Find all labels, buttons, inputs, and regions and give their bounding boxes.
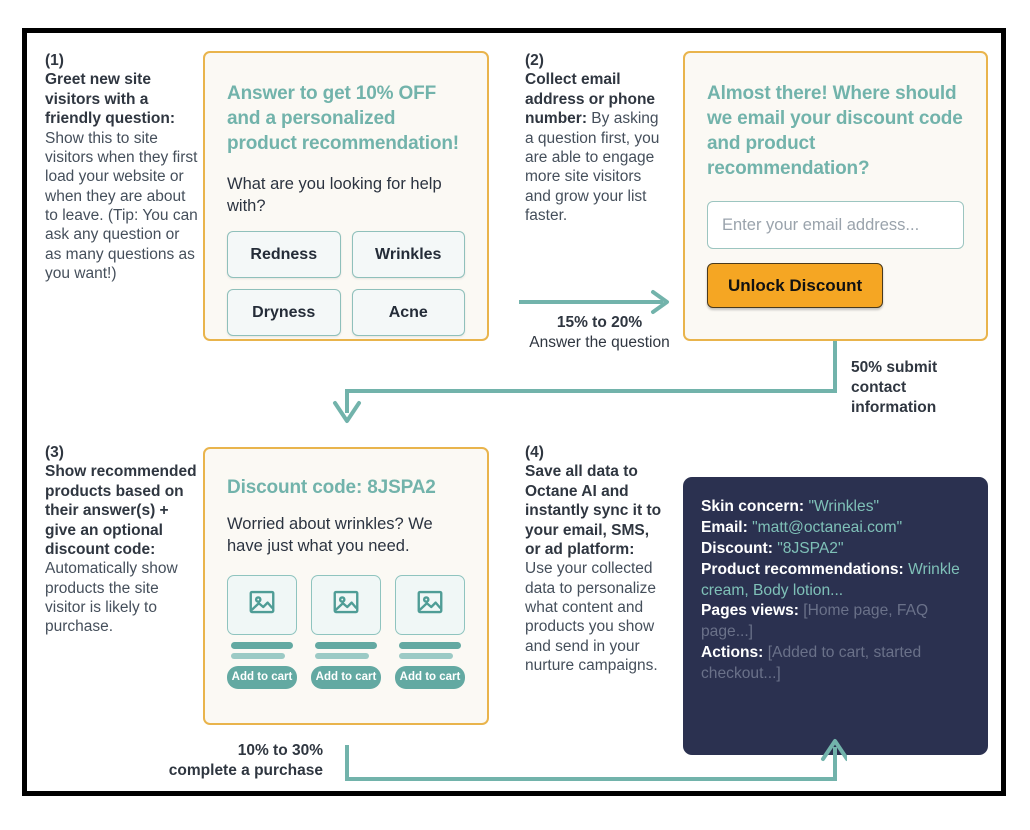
add-to-cart-button[interactable]: Add to cart	[311, 665, 381, 689]
image-placeholder-icon	[415, 587, 445, 622]
step-1-description: (1) Greet new site visitors with a frien…	[45, 51, 200, 284]
step-2-description: (2) Collect email address or phone numbe…	[525, 51, 665, 225]
collected-data-panel: Skin concern: "Wrinkles" Email: "matt@oc…	[683, 477, 988, 755]
product-price-bar	[231, 652, 285, 659]
step-4-text: Save all data to Octane AI and instantly…	[525, 462, 665, 675]
connector-submit-arrow	[327, 341, 847, 433]
quiz-card-heading: Answer to get 10% OFF and a personalized…	[227, 83, 459, 155]
connector-submit-stat: 50% submit	[851, 359, 938, 376]
product-recommendation-card: Discount code: 8JSPA2 Worried about wrin…	[203, 447, 489, 725]
quiz-option-redness[interactable]: Redness	[227, 231, 341, 279]
product-title-bar	[399, 641, 461, 649]
step-3-title: Show recommended products based on their…	[45, 463, 197, 558]
connector-purchase-text: complete a purchase	[168, 761, 323, 779]
quiz-card-question: What are you looking for help with?	[227, 175, 442, 215]
data-key: Email:	[701, 518, 748, 536]
step-4-description: (4) Save all data to Octane AI and insta…	[525, 443, 665, 676]
data-key: Actions:	[701, 644, 764, 662]
step-4-number: (4)	[525, 444, 544, 461]
image-placeholder-icon	[331, 587, 361, 622]
quiz-options: Redness Wrinkles Dryness Acne	[227, 231, 465, 337]
product-title-bar	[315, 641, 377, 649]
step-1-text: Greet new site visitors with a friendly …	[45, 70, 200, 283]
connector-submit-line2: contact	[851, 378, 907, 396]
step-1-number: (1)	[45, 52, 64, 69]
quiz-option-dryness[interactable]: Dryness	[227, 289, 341, 337]
connector-answer-stat: 15% to 20%	[556, 314, 643, 331]
step-2-text: Collect email address or phone number: B…	[525, 70, 665, 225]
step-2-number: (2)	[525, 52, 544, 69]
add-to-cart-button[interactable]: Add to cart	[227, 665, 297, 689]
step-4-body: Use your collected data to personalize w…	[525, 560, 658, 675]
product-image-placeholder	[227, 574, 297, 635]
data-row: Product recommendations: Wrinkle cream, …	[701, 560, 970, 602]
product-image-placeholder	[395, 574, 465, 635]
quiz-option-acne[interactable]: Acne	[351, 289, 465, 337]
product-image-placeholder	[311, 574, 381, 635]
step-2-body: By asking a question first, you are able…	[525, 110, 660, 224]
product-price-bar	[399, 652, 453, 659]
data-row: Discount: "8JSPA2"	[701, 539, 970, 560]
product-tile[interactable]: Add to cart	[395, 574, 465, 689]
unlock-discount-button[interactable]: Unlock Discount	[707, 263, 884, 309]
diagram-frame: (1) Greet new site visitors with a frien…	[22, 28, 1006, 796]
product-tile[interactable]: Add to cart	[311, 574, 381, 689]
step-3-description: (3) Show recommended products based on t…	[45, 443, 200, 637]
connector-purchase-label: 10% to 30% complete a purchase	[135, 741, 323, 781]
data-key: Product recommendations:	[701, 560, 904, 578]
product-tiles: Add to cart Add to cart Add to cart	[227, 574, 465, 689]
step-3-body: Automatically show products the site vis…	[45, 560, 178, 636]
step-4-title: Save all data to Octane AI and instantly…	[525, 463, 662, 558]
product-title-bar	[231, 641, 293, 649]
data-key: Discount:	[701, 539, 773, 557]
data-row: Pages views: [Home page, FAQ page...]	[701, 601, 970, 643]
discount-code-heading: Discount code: 8JSPA2	[227, 477, 436, 498]
data-key: Pages views:	[701, 602, 799, 620]
step-1-body: Show this to site visitors when they fir…	[45, 129, 198, 283]
product-price-bar	[315, 652, 369, 659]
quiz-option-wrinkles[interactable]: Wrinkles	[351, 231, 465, 279]
add-to-cart-button[interactable]: Add to cart	[395, 665, 465, 689]
product-tile[interactable]: Add to cart	[227, 574, 297, 689]
step-3-number: (3)	[45, 444, 64, 461]
email-capture-card: Almost there! Where should we email your…	[683, 51, 988, 341]
step-1-title: Greet new site visitors with a friendly …	[45, 71, 176, 128]
quiz-card: Answer to get 10% OFF and a personalized…	[203, 51, 489, 341]
email-input[interactable]: Enter your email address...	[707, 201, 964, 250]
step-3-text: Show recommended products based on their…	[45, 462, 200, 636]
image-placeholder-icon	[247, 587, 277, 622]
data-row: Skin concern: "Wrinkles"	[701, 497, 970, 518]
connector-purchase-stat: 10% to 30%	[237, 742, 323, 759]
data-row: Email: "matt@octaneai.com"	[701, 518, 970, 539]
connector-submit-line3: information	[851, 398, 937, 416]
data-key: Skin concern:	[701, 498, 805, 515]
product-card-subtext: Worried about wrinkles? We have just wha…	[227, 515, 433, 555]
data-value: "matt@octaneai.com"	[747, 518, 903, 536]
connector-purchase-arrow	[327, 733, 847, 795]
data-value: "Wrinkles"	[804, 498, 880, 515]
email-card-heading: Almost there! Where should we email your…	[707, 83, 963, 180]
connector-submit-label: 50% submit contact information	[851, 358, 991, 417]
data-row: Actions: [Added to cart, started checkou…	[701, 643, 970, 685]
data-value: "8JSPA2"	[772, 539, 844, 557]
